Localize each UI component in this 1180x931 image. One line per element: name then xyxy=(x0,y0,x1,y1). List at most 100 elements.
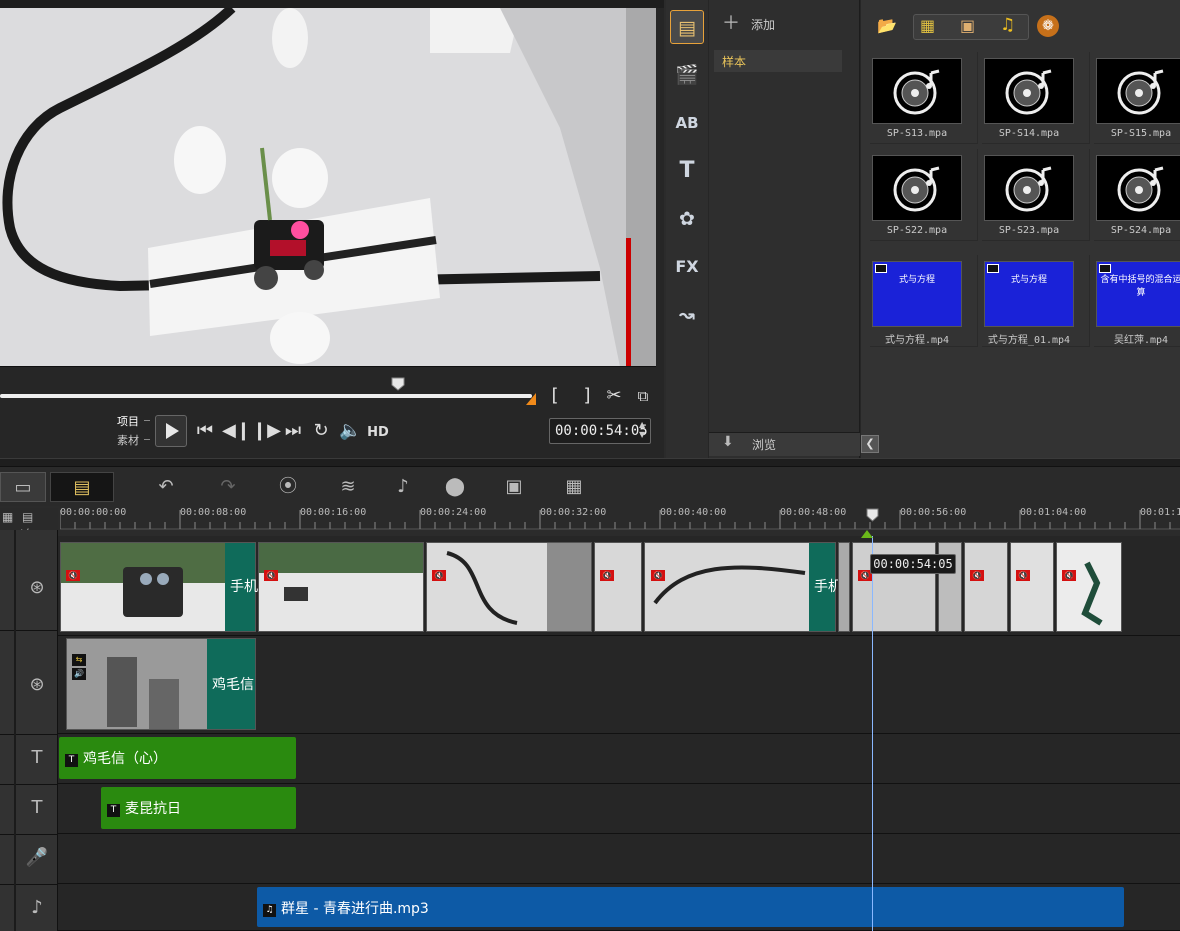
ruler-tick-label: 00:00:40:00 xyxy=(660,507,727,518)
mode-project-label[interactable]: 项目 xyxy=(117,413,139,429)
scrub-handle[interactable] xyxy=(391,377,405,391)
music-track-icon[interactable]: ♪ xyxy=(22,893,52,923)
video-clip[interactable] xyxy=(838,542,850,632)
media-item-label: SP-S14.mpa xyxy=(998,128,1060,139)
playhead-handle[interactable] xyxy=(866,508,879,522)
transition-icon[interactable]: AB xyxy=(670,106,704,140)
preview-titlebar xyxy=(0,0,664,8)
audio-thumbnail[interactable] xyxy=(984,155,1074,221)
music-clip[interactable]: ♫ 群星 - 青春进行曲.mp3 xyxy=(257,887,1124,927)
mark-in-button[interactable]: [ xyxy=(546,386,564,406)
scroll-left-icon[interactable]: ❮ xyxy=(861,435,879,453)
timecode-stepper[interactable]: ▲ ▼ xyxy=(639,420,649,442)
hd-preview-button[interactable]: HD xyxy=(366,423,390,443)
preview-scrub-bar[interactable] xyxy=(0,394,532,398)
video-thumbnail[interactable]: 含有中括号的混合运算 xyxy=(1096,261,1180,327)
play-button[interactable] xyxy=(155,415,187,447)
muted-audio-icon[interactable]: 🔇 xyxy=(432,570,446,581)
video-thumbnail[interactable]: 式与方程 xyxy=(872,261,962,327)
record-capture-icon[interactable]: ⦿ xyxy=(270,472,306,502)
muted-audio-icon[interactable]: 🔇 xyxy=(66,570,80,581)
enlarge-preview-icon[interactable]: ⧉ xyxy=(632,386,654,406)
filter-icon[interactable]: FX xyxy=(670,250,704,284)
redo-icon[interactable]: ↷ xyxy=(210,472,246,502)
video-clip[interactable] xyxy=(644,542,836,632)
track-divider xyxy=(0,630,58,631)
show-audio-icon[interactable]: ♫ xyxy=(1000,15,1015,35)
instant-project-icon[interactable]: 🎬 xyxy=(670,58,704,92)
auto-music-icon[interactable]: ♪ xyxy=(385,472,421,502)
audio-thumbnail[interactable] xyxy=(1096,155,1180,221)
title-clip-label: 麦昆抗日 xyxy=(125,801,181,817)
split-clip-icon[interactable]: ✂ xyxy=(604,386,624,406)
timeline-view-icon[interactable]: ▤ xyxy=(50,472,114,502)
next-frame-icon[interactable]: ❙▶ xyxy=(252,421,281,441)
volume-icon[interactable]: 🔈 xyxy=(339,421,361,441)
video-clip[interactable] xyxy=(1010,542,1054,632)
subtitle-editor-icon[interactable]: ▣ xyxy=(496,472,532,502)
playhead-line[interactable] xyxy=(872,536,873,931)
muted-audio-icon[interactable]: 🔇 xyxy=(264,570,278,581)
video-track-icon[interactable]: ⊛ xyxy=(22,573,52,603)
muted-audio-icon[interactable]: 🔇 xyxy=(1062,570,1076,581)
muted-audio-icon[interactable]: 🔇 xyxy=(970,570,984,581)
video-thumbnail[interactable]: 式与方程 xyxy=(984,261,1074,327)
media-icon[interactable]: ▤ xyxy=(670,10,704,44)
go-to-end-icon[interactable]: ⏭ xyxy=(282,421,304,441)
title-clip[interactable]: T 麦昆抗日 xyxy=(101,787,296,829)
browse-icon[interactable]: ⬇ xyxy=(722,434,734,450)
play-icon xyxy=(166,423,179,439)
audio-thumbnail[interactable] xyxy=(1096,58,1180,124)
overlay-clip-caption: 鸡毛信 xyxy=(212,677,254,693)
motion-tracking-icon[interactable]: ⬤ xyxy=(437,472,473,502)
muted-audio-icon[interactable]: 🔇 xyxy=(600,570,614,581)
media-item-label: SP-S15.mpa xyxy=(1110,128,1172,139)
folder-item-sample[interactable]: 样本 xyxy=(714,50,842,72)
show-photo-icon[interactable]: ▣ xyxy=(960,16,975,35)
timecode-field[interactable]: 00:00:54:05 xyxy=(549,418,651,444)
audio-thumbnail[interactable] xyxy=(984,58,1074,124)
video-clip[interactable] xyxy=(60,542,256,632)
mode-clip-label[interactable]: 素材 xyxy=(117,432,139,448)
browse-label[interactable]: 浏览 xyxy=(752,436,776,453)
video-clip[interactable] xyxy=(1056,542,1122,632)
video-clip[interactable] xyxy=(258,542,424,632)
show-all-tracks-icon[interactable]: ▦ xyxy=(2,510,13,524)
audio-disc-icon xyxy=(1005,166,1052,212)
track-side-strip xyxy=(14,530,16,931)
clip-thumbnail xyxy=(1057,543,1121,631)
multi-camera-icon[interactable]: ▦ xyxy=(556,472,592,502)
video-clip[interactable] xyxy=(426,542,592,632)
voice-track[interactable] xyxy=(58,834,1180,884)
title-track-2-icon[interactable]: T xyxy=(22,793,52,823)
add-folder-icon[interactable]: ＋ xyxy=(722,14,740,34)
audio-thumbnail[interactable] xyxy=(872,155,962,221)
voice-track-icon[interactable]: 🎤 xyxy=(22,843,52,873)
graphic-icon[interactable]: ✿ xyxy=(670,202,704,236)
track-manager-icon[interactable]: ▤ xyxy=(22,510,33,524)
undo-icon[interactable]: ↶ xyxy=(148,472,184,502)
video-clip-caption: 手机 xyxy=(230,579,258,595)
audio-thumbnail[interactable] xyxy=(872,58,962,124)
overlay-track-icon[interactable]: ⊛ xyxy=(22,670,52,700)
mark-out-button[interactable]: ] xyxy=(578,386,596,406)
add-folder-label[interactable]: 添加 xyxy=(751,16,775,33)
muted-audio-icon[interactable]: 🔇 xyxy=(1016,570,1030,581)
title-clip[interactable]: T 鸡毛信（心） xyxy=(59,737,296,779)
repeat-icon[interactable]: ↻ xyxy=(310,421,332,441)
sort-icon[interactable]: ❁ xyxy=(1037,15,1059,37)
trim-out-marker[interactable] xyxy=(526,393,536,405)
title-icon[interactable]: T xyxy=(670,154,704,188)
go-to-start-icon[interactable]: ⏮ xyxy=(194,421,216,441)
show-video-icon[interactable]: ▦ xyxy=(920,16,935,35)
previous-frame-icon[interactable]: ◀❙ xyxy=(222,421,251,441)
video-clip[interactable] xyxy=(964,542,1008,632)
muted-audio-icon[interactable]: 🔇 xyxy=(651,570,665,581)
import-media-icon[interactable]: 📂 xyxy=(877,16,897,35)
title-track-1-icon[interactable]: T xyxy=(22,743,52,773)
sound-mixer-icon[interactable]: ≋ xyxy=(330,472,366,502)
storyboard-view-icon[interactable]: ▭ xyxy=(0,472,46,502)
video-clip[interactable] xyxy=(594,542,642,632)
timecode-value[interactable]: 00:00:54:05 xyxy=(555,423,648,439)
path-icon[interactable]: ↝ xyxy=(670,298,704,332)
